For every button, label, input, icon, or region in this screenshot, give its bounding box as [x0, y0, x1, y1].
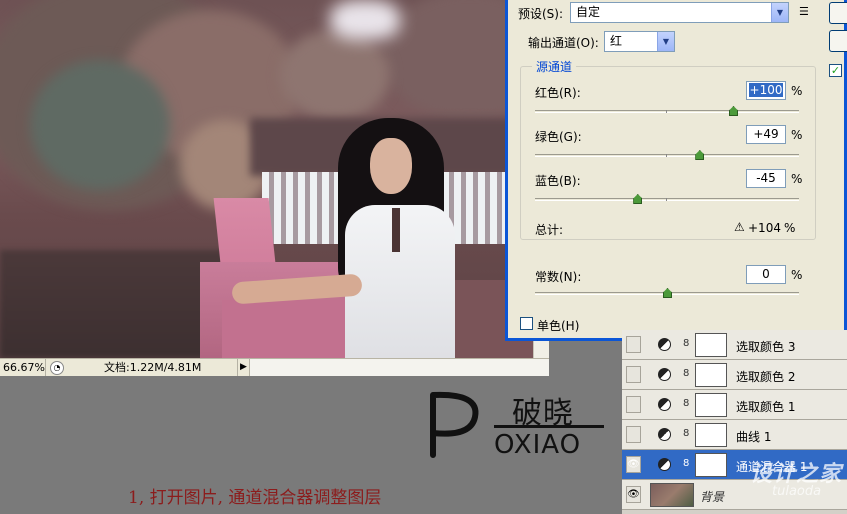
- visibility-toggle[interactable]: [626, 366, 641, 383]
- horizontal-scrollbar[interactable]: [250, 359, 549, 376]
- logo-p-mark: [430, 391, 479, 458]
- document-info: 文档:1.22M/4.81M: [68, 359, 238, 376]
- constant-label: 常数(N):: [535, 270, 582, 284]
- shadow-area: [0, 250, 230, 358]
- layer-row[interactable]: 8 选取颜色 3: [622, 330, 847, 360]
- red-value-input[interactable]: +100: [746, 81, 786, 100]
- adjustment-layer-icon: [658, 368, 671, 381]
- output-channel-value: 红: [610, 34, 623, 48]
- layer-name[interactable]: 背景: [700, 488, 724, 505]
- adjustment-layer-icon: [658, 428, 671, 441]
- status-info-icon[interactable]: ◔: [50, 360, 64, 375]
- red-label: 红色(R):: [535, 86, 581, 100]
- visibility-toggle[interactable]: [626, 396, 641, 413]
- layer-row[interactable]: 8 曲线 1: [622, 420, 847, 450]
- layer-mask-thumbnail[interactable]: [695, 333, 727, 357]
- constant-slider-thumb[interactable]: [663, 288, 672, 298]
- vertical-scrollbar[interactable]: [533, 340, 549, 358]
- red-slider-track[interactable]: [535, 106, 799, 116]
- preset-options-icon[interactable]: ☰: [799, 5, 809, 18]
- constant-percent: %: [791, 268, 803, 282]
- logo-english-text: OXIAO: [494, 425, 604, 460]
- link-icon[interactable]: 8: [683, 368, 689, 379]
- green-slider-track[interactable]: [535, 150, 799, 160]
- layer-row[interactable]: 8 选取颜色 2: [622, 360, 847, 390]
- adjustment-layer-icon: [658, 458, 671, 471]
- link-icon[interactable]: 8: [683, 398, 689, 409]
- ok-button[interactable]: [829, 2, 847, 24]
- layer-row[interactable]: 8 选取颜色 1: [622, 390, 847, 420]
- photo-canvas[interactable]: [0, 0, 549, 358]
- layer-mask-thumbnail[interactable]: [695, 423, 727, 447]
- zoom-level[interactable]: 66.67%: [0, 359, 46, 376]
- layer-name[interactable]: 选取颜色 2: [736, 368, 795, 385]
- constant-slider-track[interactable]: [535, 288, 799, 298]
- eye-icon[interactable]: 👁: [626, 486, 641, 503]
- layer-name[interactable]: 选取颜色 3: [736, 338, 795, 355]
- monochrome-label: 单色(H): [537, 319, 580, 333]
- total-value: +104: [748, 221, 781, 235]
- layer-mask-thumbnail[interactable]: [695, 363, 727, 387]
- blue-label: 蓝色(B):: [535, 174, 581, 188]
- preset-label: 预设(S):: [518, 7, 564, 21]
- adjustment-layer-icon: [658, 338, 671, 351]
- status-menu-arrow-icon[interactable]: ▶: [238, 359, 250, 376]
- adjustment-layer-icon: [658, 398, 671, 411]
- output-channel-label: 输出通道(O):: [528, 36, 599, 50]
- monochrome-checkbox[interactable]: [520, 317, 533, 330]
- blue-slider-track[interactable]: [535, 194, 799, 204]
- red-percent: %: [791, 84, 803, 98]
- girl-face: [370, 138, 412, 194]
- background-thumbnail[interactable]: [650, 483, 694, 507]
- source-channels-title: 源通道: [532, 58, 577, 75]
- link-icon[interactable]: 8: [683, 458, 689, 469]
- girl-tie: [392, 208, 400, 252]
- constant-value-input[interactable]: 0: [746, 265, 786, 284]
- blue-percent: %: [791, 172, 803, 186]
- preview-checkbox[interactable]: ✓: [829, 64, 842, 77]
- preset-select[interactable]: 自定 ▼: [570, 2, 789, 23]
- link-icon[interactable]: 8: [683, 428, 689, 439]
- green-label: 绿色(G):: [535, 130, 582, 144]
- preset-value: 自定: [576, 5, 601, 19]
- total-label: 总计:: [535, 223, 564, 237]
- layer-name[interactable]: 曲线 1: [736, 428, 771, 445]
- layer-name[interactable]: 选取颜色 1: [736, 398, 795, 415]
- eye-icon[interactable]: 👁: [626, 456, 641, 473]
- total-percent: %: [784, 221, 796, 235]
- visibility-toggle[interactable]: [626, 426, 641, 443]
- chevron-down-icon[interactable]: ▼: [771, 3, 788, 22]
- canvas-status-bar: 66.67% ◔ 文档:1.22M/4.81M ▶: [0, 358, 549, 376]
- watermark-url: tulaoda: [772, 484, 822, 499]
- cancel-button[interactable]: [829, 30, 847, 52]
- green-percent: %: [791, 128, 803, 142]
- warning-icon: ⚠: [734, 220, 745, 234]
- channel-mixer-dialog: 预设(S): 自定 ▼ ☰ 输出通道(O): 红 ▼ 源通道 红色(R): +1…: [505, 0, 847, 341]
- layer-mask-thumbnail[interactable]: [695, 453, 727, 477]
- output-channel-select[interactable]: 红 ▼: [604, 31, 675, 52]
- chevron-down-icon[interactable]: ▼: [657, 32, 674, 51]
- layer-mask-thumbnail[interactable]: [695, 393, 727, 417]
- blue-value-input[interactable]: -45: [746, 169, 786, 188]
- step-caption: 1, 打开图片, 通道混合器调整图层: [128, 488, 382, 508]
- sky-patch: [330, 0, 400, 40]
- visibility-toggle[interactable]: [626, 336, 641, 353]
- green-value-input[interactable]: +49: [746, 125, 786, 144]
- link-icon[interactable]: 8: [683, 338, 689, 349]
